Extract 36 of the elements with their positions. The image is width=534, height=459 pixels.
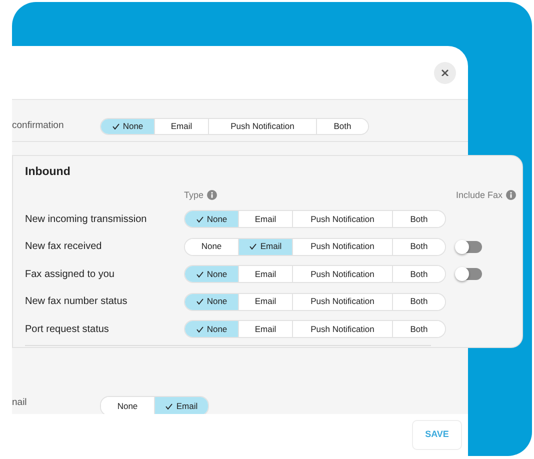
check-icon bbox=[249, 243, 258, 250]
option-button[interactable]: None bbox=[185, 294, 238, 310]
column-header: Include Fax bbox=[456, 188, 503, 202]
row-label: Fax assigned to you bbox=[25, 268, 114, 282]
check-icon bbox=[112, 123, 120, 130]
toggle-switch[interactable] bbox=[456, 240, 482, 252]
section-title: Inbound bbox=[25, 165, 72, 180]
row-label: New fax number status bbox=[25, 295, 128, 309]
setting-label: nail bbox=[12, 396, 28, 410]
close-button[interactable] bbox=[434, 62, 456, 84]
toggle-switch[interactable] bbox=[456, 268, 482, 280]
info-icon bbox=[506, 190, 516, 200]
check-icon bbox=[165, 402, 174, 410]
row-label: New incoming transmission bbox=[25, 212, 147, 226]
option-button[interactable]: Both bbox=[392, 238, 445, 254]
check-icon bbox=[196, 298, 204, 305]
option-button[interactable]: None bbox=[185, 266, 238, 282]
info-icon bbox=[206, 190, 217, 200]
check-icon bbox=[196, 216, 204, 222]
option-button[interactable]: Both bbox=[392, 211, 445, 227]
row-label: New fax received bbox=[25, 240, 102, 254]
option-button[interactable]: Email bbox=[154, 397, 208, 414]
setting-label: confirmation bbox=[12, 119, 65, 134]
option-button[interactable]: Both bbox=[392, 321, 445, 337]
column-header: Type bbox=[184, 188, 204, 202]
option-button[interactable]: None bbox=[185, 321, 238, 337]
option-button[interactable]: None bbox=[101, 119, 154, 134]
check-icon bbox=[196, 270, 204, 278]
option-button[interactable]: Both bbox=[392, 266, 445, 282]
check-icon bbox=[196, 326, 204, 332]
option-button[interactable]: Both bbox=[316, 119, 368, 134]
option-button[interactable]: Both bbox=[392, 294, 445, 310]
option-button[interactable]: Email bbox=[238, 238, 292, 254]
row-label: Port request status bbox=[25, 322, 109, 336]
close-icon bbox=[441, 69, 449, 76]
option-button[interactable]: None bbox=[185, 211, 238, 227]
